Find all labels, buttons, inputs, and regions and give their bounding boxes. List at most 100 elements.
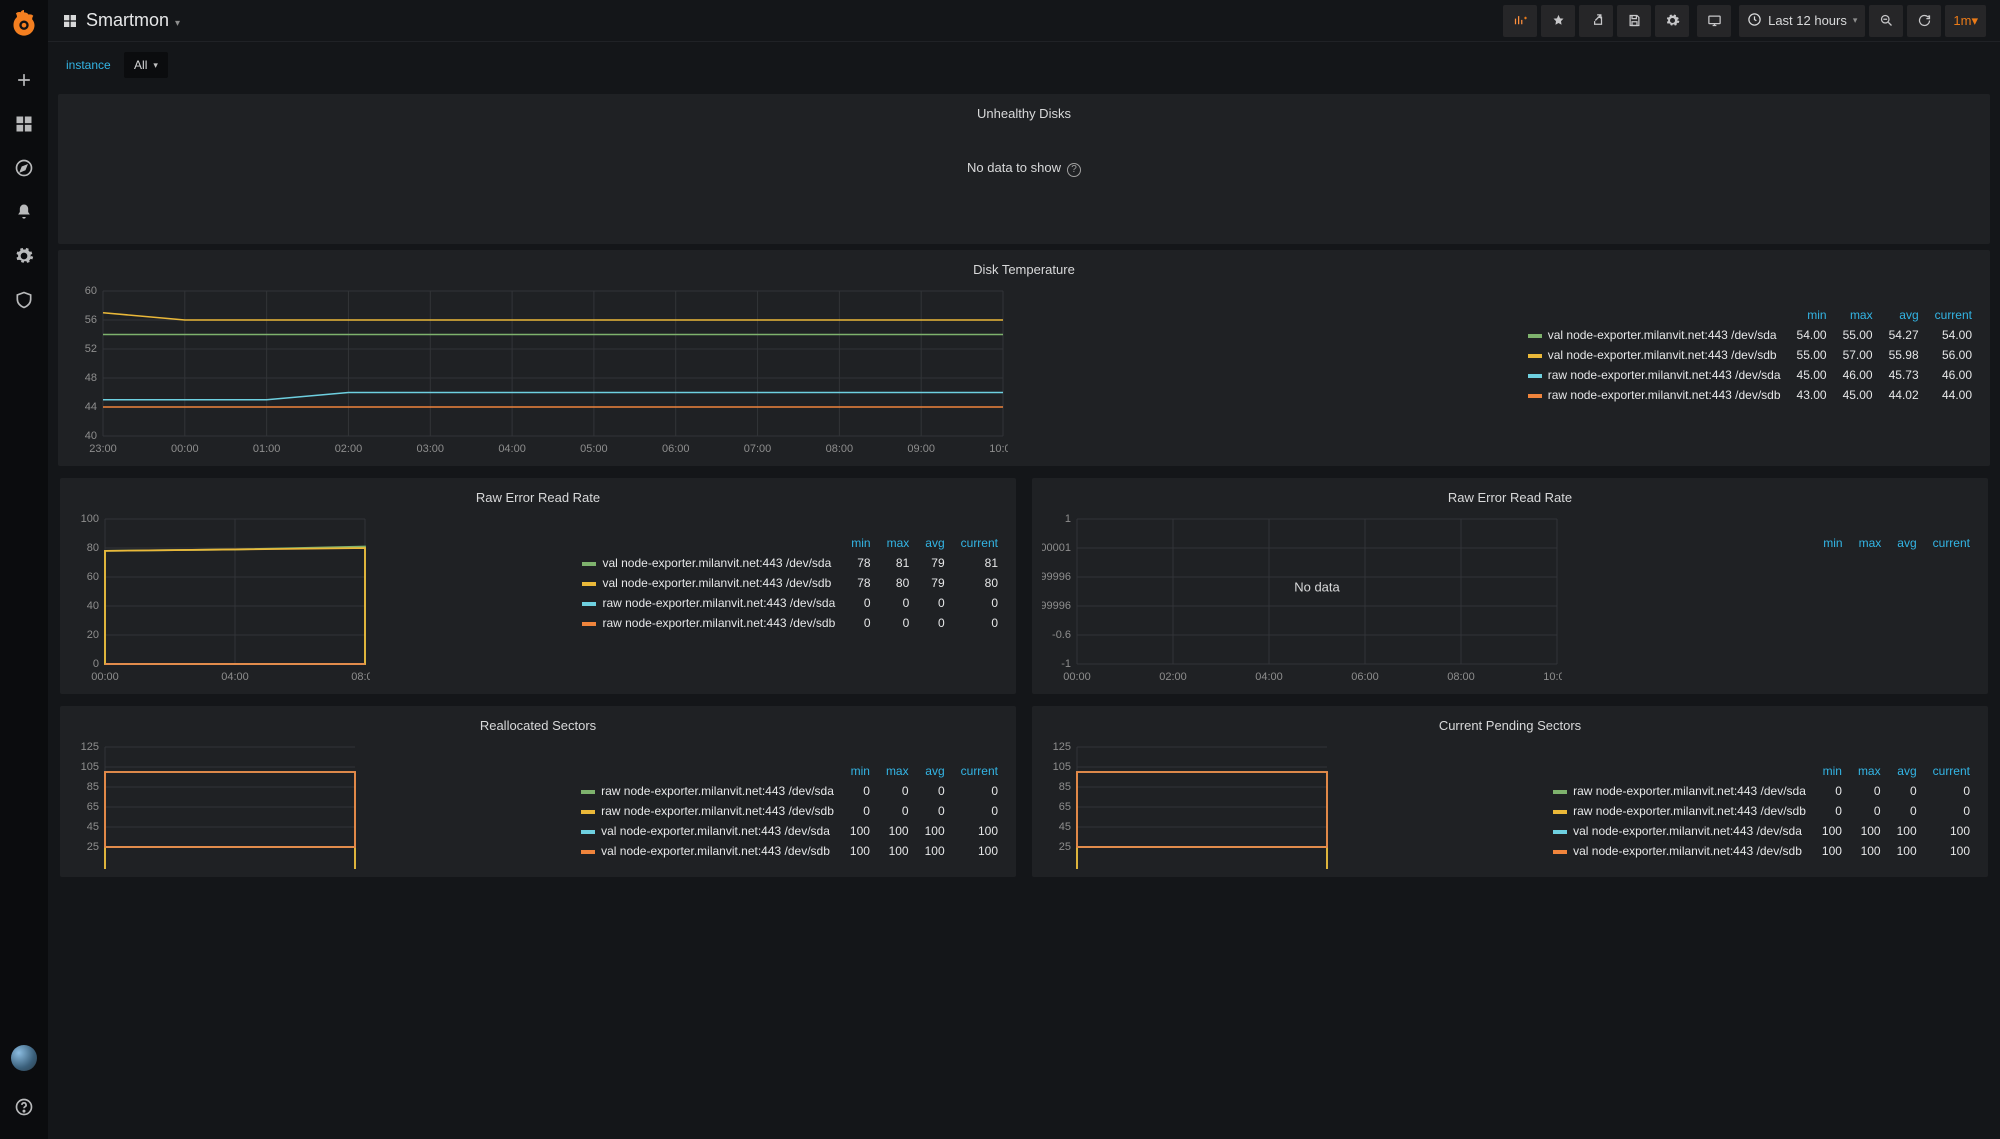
svg-text:00:00: 00:00 — [1063, 671, 1091, 683]
svg-text:-0.19999999999999996: -0.19999999999999996 — [1042, 600, 1071, 612]
legend-table[interactable]: minmaxavgcurrent — [1799, 511, 1978, 686]
legend-table[interactable]: minmaxavgcurrentval node-exporter.milanv… — [1528, 283, 1980, 458]
panel-reallocated-sectors[interactable]: Reallocated Sectors 25456585105125 minma… — [60, 706, 1016, 877]
panel-raw-error-read-rate-1[interactable]: Raw Error Read Rate 02040608010000:0004:… — [60, 478, 1016, 694]
svg-text:0.6000000000000001: 0.6000000000000001 — [1042, 542, 1071, 554]
side-nav — [0, 0, 48, 1139]
panel-title: Raw Error Read Rate — [1032, 484, 1988, 511]
save-button[interactable] — [1617, 5, 1651, 37]
svg-text:02:00: 02:00 — [335, 443, 363, 455]
svg-text:10:00: 10:00 — [1543, 671, 1562, 683]
plus-icon[interactable] — [14, 70, 34, 90]
legend-row[interactable]: raw node-exporter.milanvit.net:443 /dev/… — [581, 801, 1006, 821]
dashboard-title[interactable]: Smartmon▾ — [86, 10, 180, 31]
svg-text:No data: No data — [1294, 580, 1340, 595]
chart-area[interactable]: 25456585105125 — [70, 739, 563, 869]
legend-row[interactable]: val node-exporter.milanvit.net:443 /dev/… — [582, 573, 1006, 593]
star-button[interactable] — [1541, 5, 1575, 37]
svg-text:01:00: 01:00 — [253, 443, 281, 455]
legend-row[interactable]: raw node-exporter.milanvit.net:443 /dev/… — [1553, 781, 1978, 801]
share-button[interactable] — [1579, 5, 1613, 37]
variable-instance-dropdown[interactable]: All▾ — [124, 52, 168, 78]
user-avatar[interactable] — [11, 1045, 37, 1071]
svg-text:85: 85 — [1059, 781, 1071, 793]
svg-text:04:00: 04:00 — [1255, 671, 1283, 683]
explore-icon[interactable] — [14, 158, 34, 178]
refresh-interval-picker[interactable]: 1m ▾ — [1945, 5, 1986, 37]
legend-row[interactable]: raw node-exporter.milanvit.net:443 /dev/… — [1528, 365, 1980, 385]
panel-raw-error-read-rate-2[interactable]: Raw Error Read Rate -1 -0.6 -0.19999999999… — [1032, 478, 1988, 694]
svg-text:20: 20 — [87, 629, 99, 641]
legend-row[interactable]: val node-exporter.milanvit.net:443 /dev/… — [581, 821, 1006, 841]
legend-row[interactable]: val node-exporter.milanvit.net:443 /dev/… — [1528, 325, 1980, 345]
svg-text:04:00: 04:00 — [498, 443, 526, 455]
svg-text:125: 125 — [1053, 741, 1071, 753]
legend-row[interactable]: raw node-exporter.milanvit.net:443 /dev/… — [581, 781, 1006, 801]
svg-text:1: 1 — [1065, 513, 1071, 525]
variables-bar: instance All▾ — [48, 42, 2000, 88]
panel-current-pending-sectors[interactable]: Current Pending Sectors 25456585105125 m… — [1032, 706, 1988, 877]
caret-down-icon: ▾ — [153, 60, 158, 71]
svg-text:80: 80 — [87, 542, 99, 554]
caret-down-icon: ▾ — [1971, 13, 1978, 29]
zoom-out-button[interactable] — [1869, 5, 1903, 37]
panel-title: Current Pending Sectors — [1032, 712, 1988, 739]
panel-unhealthy-disks[interactable]: Unhealthy Disks No data to show? — [58, 94, 1990, 244]
svg-text:02:00: 02:00 — [1159, 671, 1187, 683]
svg-text:06:00: 06:00 — [662, 443, 690, 455]
svg-text:25: 25 — [1059, 841, 1071, 853]
svg-text:00:00: 00:00 — [91, 671, 119, 683]
help-icon[interactable]: ? — [1067, 163, 1081, 177]
shield-icon[interactable] — [14, 290, 34, 310]
view-mode-button[interactable] — [1697, 5, 1731, 37]
legend-table[interactable]: minmaxavgcurrentraw node-exporter.milanv… — [581, 739, 1006, 869]
chart-area[interactable]: 40444852566023:0000:0001:0002:0003:0004:… — [68, 283, 1510, 458]
chart-area[interactable]: -1-0.6-0.199999999999999960.199999999999… — [1042, 511, 1781, 686]
svg-text:25: 25 — [87, 841, 99, 853]
svg-text:56: 56 — [85, 314, 97, 326]
bell-icon[interactable] — [14, 202, 34, 222]
top-bar: Smartmon▾ Last 12 hours▾ 1m ▾ — [48, 0, 2000, 42]
refresh-button[interactable] — [1907, 5, 1941, 37]
panel-disk-temperature[interactable]: Disk Temperature 40444852566023:0000:000… — [58, 250, 1990, 466]
svg-text:08:00: 08:00 — [351, 671, 370, 683]
svg-text:-1: -1 — [1061, 658, 1071, 670]
svg-text:03:00: 03:00 — [417, 443, 445, 455]
legend-row[interactable]: val node-exporter.milanvit.net:443 /dev/… — [582, 553, 1006, 573]
svg-text:45: 45 — [87, 821, 99, 833]
legend-row[interactable]: val node-exporter.milanvit.net:443 /dev/… — [581, 841, 1006, 861]
help-icon[interactable] — [14, 1097, 34, 1117]
svg-text:07:00: 07:00 — [744, 443, 772, 455]
chart-area[interactable]: 25456585105125 — [1042, 739, 1535, 869]
variable-label: instance — [56, 58, 121, 72]
panel-title: Reallocated Sectors — [60, 712, 1016, 739]
time-range-picker[interactable]: Last 12 hours▾ — [1739, 5, 1865, 37]
svg-text:65: 65 — [1059, 801, 1071, 813]
legend-row[interactable]: raw node-exporter.milanvit.net:443 /dev/… — [582, 593, 1006, 613]
svg-text:04:00: 04:00 — [221, 671, 249, 683]
svg-text:40: 40 — [85, 430, 97, 442]
panel-title: Raw Error Read Rate — [60, 484, 1016, 511]
legend-row[interactable]: val node-exporter.milanvit.net:443 /dev/… — [1553, 841, 1978, 861]
grafana-logo-icon[interactable] — [10, 10, 38, 38]
chart-area[interactable]: 02040608010000:0004:0008:00 — [70, 511, 564, 686]
legend-row[interactable]: val node-exporter.milanvit.net:443 /dev/… — [1553, 821, 1978, 841]
svg-text:60: 60 — [85, 285, 97, 297]
svg-text:48: 48 — [85, 372, 97, 384]
legend-row[interactable]: raw node-exporter.milanvit.net:443 /dev/… — [582, 613, 1006, 633]
gear-icon[interactable] — [14, 246, 34, 266]
svg-text:-0.6: -0.6 — [1052, 629, 1071, 641]
dashboards-icon[interactable] — [14, 114, 34, 134]
legend-table[interactable]: minmaxavgcurrentval node-exporter.milanv… — [582, 511, 1006, 686]
svg-text:45: 45 — [1059, 821, 1071, 833]
legend-table[interactable]: minmaxavgcurrentraw node-exporter.milanv… — [1553, 739, 1978, 869]
svg-text:06:00: 06:00 — [1351, 671, 1379, 683]
settings-button[interactable] — [1655, 5, 1689, 37]
svg-text:40: 40 — [87, 600, 99, 612]
add-panel-button[interactable] — [1503, 5, 1537, 37]
dashboard-grid-icon — [62, 13, 78, 29]
legend-row[interactable]: raw node-exporter.milanvit.net:443 /dev/… — [1553, 801, 1978, 821]
svg-text:52: 52 — [85, 343, 97, 355]
legend-row[interactable]: raw node-exporter.milanvit.net:443 /dev/… — [1528, 385, 1980, 405]
legend-row[interactable]: val node-exporter.milanvit.net:443 /dev/… — [1528, 345, 1980, 365]
